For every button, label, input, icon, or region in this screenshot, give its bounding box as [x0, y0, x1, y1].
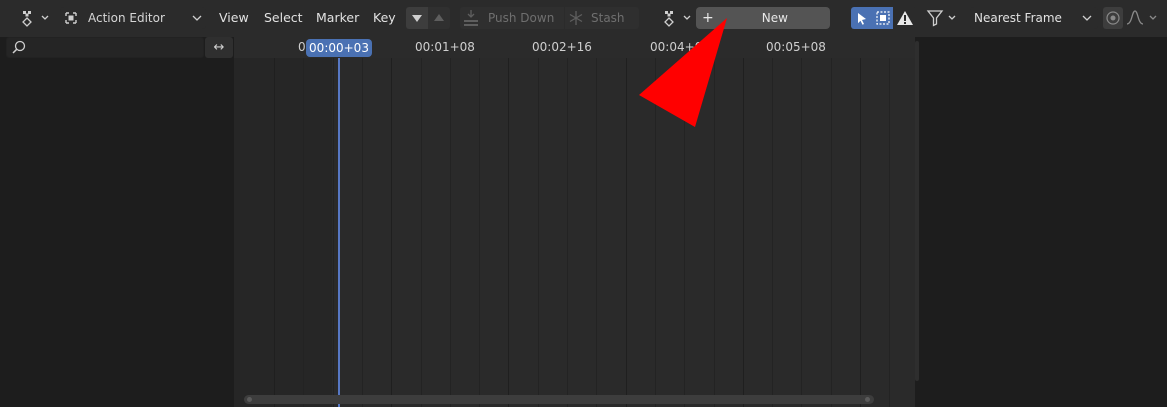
frame-grid-line — [333, 58, 334, 407]
frame-grid-line — [860, 58, 861, 407]
menu-key[interactable]: Key — [373, 7, 396, 29]
only-selected-toggle[interactable] — [851, 7, 872, 29]
frame-grid-line — [831, 58, 832, 407]
frame-grid-line — [274, 58, 275, 407]
channel-search-input[interactable] — [6, 37, 204, 58]
ruler-label: 0 — [298, 40, 306, 54]
cursor-arrow-icon — [857, 13, 866, 25]
dopesheet-icon — [22, 11, 49, 27]
frame-grid-line — [508, 58, 509, 407]
frame-grid-line — [801, 58, 802, 407]
filters-dropdown[interactable] — [925, 7, 963, 29]
playhead-line[interactable] — [338, 58, 340, 407]
channels-region[interactable] — [6, 37, 234, 407]
chevron-down-icon — [192, 15, 202, 21]
frame-grid-line — [538, 58, 539, 407]
snowflake-icon — [569, 11, 583, 25]
ruler-label: 00:05+08 — [766, 40, 826, 54]
pre-range-shade — [234, 58, 332, 407]
proportional-editing-icon — [1106, 11, 1120, 25]
show-hidden-toggle[interactable] — [872, 7, 893, 29]
show-hidden-icon — [875, 11, 890, 25]
swap-arrows-icon[interactable]: ↔ — [205, 37, 233, 58]
triangle-up-icon — [434, 14, 444, 21]
keyframe-grid[interactable] — [234, 58, 915, 407]
menu-select[interactable]: Select — [264, 7, 303, 29]
mode-label: Action Editor — [88, 11, 165, 25]
frame-grid-line — [743, 58, 744, 407]
menu-marker[interactable]: Marker — [316, 7, 359, 29]
frame-grid-line — [450, 58, 451, 407]
frame-grid-line — [362, 58, 363, 407]
falloff-dropdown[interactable] — [1124, 7, 1164, 29]
mode-dropdown[interactable]: Action Editor — [60, 7, 206, 29]
action-up-button[interactable] — [428, 7, 450, 29]
snap-mode-label: Nearest Frame — [974, 11, 1062, 25]
proportional-editing-toggle[interactable] — [1103, 7, 1123, 29]
stash-label: Stash — [591, 11, 625, 25]
chevron-down-icon — [1082, 15, 1092, 21]
triangle-down-icon — [412, 15, 422, 22]
menu-view[interactable]: View — [219, 7, 249, 29]
filter-icon — [926, 10, 956, 27]
frame-grid-line — [772, 58, 773, 407]
push-down-icon — [464, 10, 478, 26]
new-label: New — [761, 11, 788, 25]
vertical-scrollbar[interactable] — [915, 41, 919, 381]
action-editor-icon — [65, 12, 77, 24]
current-frame-indicator[interactable]: 00:00+03 — [306, 39, 372, 57]
frame-grid-line — [391, 58, 392, 407]
editor-type-dropdown[interactable] — [14, 7, 54, 29]
ruler-label: 00:02+16 — [532, 40, 592, 54]
frame-grid-line — [421, 58, 422, 407]
falloff-curve-icon — [1126, 10, 1157, 25]
scrollbar-handle-right[interactable] — [865, 397, 870, 402]
action-down-button[interactable] — [406, 7, 428, 29]
ruler-label: 00:01+08 — [415, 40, 475, 54]
chevron-down-icon — [41, 15, 49, 20]
push-down-label: Push Down — [488, 11, 555, 25]
push-down-button[interactable]: Push Down — [460, 7, 564, 29]
horizontal-scrollbar[interactable] — [244, 395, 874, 404]
scrollbar-handle-left[interactable] — [247, 397, 252, 402]
search-icon — [12, 40, 26, 54]
frame-grid-line — [479, 58, 480, 407]
frame-grid-line — [889, 58, 890, 407]
red-arrow-annotation — [639, 18, 727, 127]
stash-button[interactable]: Stash — [565, 7, 639, 29]
frame-grid-line — [303, 58, 304, 407]
only-errors-toggle[interactable] — [893, 7, 917, 29]
warning-icon — [897, 11, 913, 25]
frame-grid-line — [596, 58, 597, 407]
frame-grid-line — [626, 58, 627, 407]
frame-grid-line — [567, 58, 568, 407]
snap-mode-dropdown[interactable]: Nearest Frame — [970, 7, 1098, 29]
right-panel — [915, 37, 1167, 407]
